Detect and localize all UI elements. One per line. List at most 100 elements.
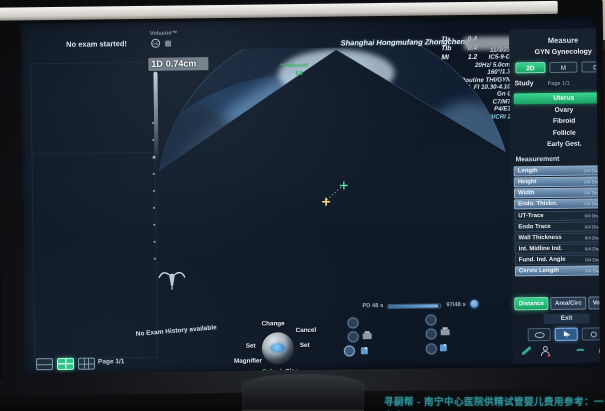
depth-marker [154,258,156,260]
trackball-icon [262,332,294,364]
trackball-hint: Change Cancel Set Set Magnifier Calc | C… [234,320,327,374]
caliper-start-icon [322,198,330,206]
row-meta: 0/4 Dista [585,233,600,242]
measure-row-cervix-length[interactable]: Cervix Length 0/4 Dista [515,265,600,276]
no-exam-status: No exam started! [66,39,127,49]
measure-panel: Measure GYN Gynecology 2D M D Study Page… [509,28,600,363]
row-meta: 0/4 Dista [584,199,600,208]
study-item-fibroid[interactable]: Fibroid [514,115,600,127]
caption-watermark: 寻嗣帮 - 南宁中心医院供精试管婴儿费用参考：一次大 [384,394,605,411]
row-label: Endo. Thickn. [518,200,557,209]
circle-tool-icon[interactable] [582,327,600,340]
trackball-left-label: Set [246,343,256,350]
row-meta: 0/4 Dista [584,211,600,220]
measurement-dotted-line [327,186,343,200]
patient-info-area [30,62,158,359]
depth-marker [152,139,154,141]
row-meta: 0/4 Dista [584,188,600,197]
layout-grid-icon[interactable] [78,358,95,370]
pkey-button[interactable] [425,314,436,325]
trackball-ball [271,343,285,352]
ge-logo-icon: GE [151,39,160,48]
row-label: Height [518,178,537,187]
phone-icon[interactable] [575,349,586,356]
body-marker-icon [157,267,187,291]
layout-single-icon[interactable] [36,358,53,370]
study-item-early-gest[interactable]: Early Gest. [514,138,600,150]
panel-title: Measure [509,35,600,45]
distance-button[interactable]: Distance [514,297,548,310]
measure-row-height[interactable]: Height 0/4 Dista [514,176,600,187]
measure-row-wall-thickness[interactable]: Wall Thickness 0/4 Dista [514,232,600,243]
monitor-stand [242,374,364,411]
study-page-indicator: Page 1/1 [548,81,570,87]
depth-marker [153,224,155,226]
trackball-magnifier-label: Magnifier [234,358,262,365]
measure-row-endo-thickn[interactable]: Endo. Thickn. 0/4 Dista [514,198,600,209]
ellipse-tool-icon[interactable] [528,328,551,341]
study-item-uterus[interactable]: Uterus [514,92,600,104]
measure-row-int-midline[interactable]: Int. Midline Ind.0/4 Dista [515,243,600,254]
tab-m[interactable]: M [549,62,577,73]
row-meta: 0/4 Dista [584,177,600,186]
trackball-right-label: Set [300,342,310,349]
probe-chip-icon [165,41,171,47]
ultrasound-image: Voluson E8 [156,45,511,313]
measure-row-ut-trace[interactable]: UT-Trace 0/4 Dista [514,210,600,221]
row-label: UT-Trace [518,212,543,221]
measurement-header: Measurement [516,156,560,164]
tab-2d[interactable]: 2D [515,62,545,73]
progress-value: 97/48 s [446,302,465,308]
gear-icon[interactable] [470,300,478,308]
depth-marker [153,190,155,192]
pkey-button[interactable] [347,317,358,328]
pointer-tool-icon[interactable] [555,328,578,341]
row-label: Fund. Ind. Angle [519,256,566,266]
row-label: Cervix Length [519,267,559,276]
page-indicator: Page 1/1 [98,358,124,365]
measure-row-width[interactable]: Width 0/4 Dista [514,187,600,198]
depth-marker [153,207,155,209]
progress-bar [387,303,441,309]
printer-icon [363,333,372,339]
pkey-button[interactable] [426,328,437,339]
pkey-button[interactable] [348,331,359,342]
study-label: Study [515,80,534,87]
depth-marker [154,241,156,243]
layout-quad-icon[interactable] [57,358,74,370]
depth-marker [153,173,155,175]
circle-glyph [591,331,597,337]
globe-icon[interactable] [599,346,600,355]
save-disk-icon [361,347,368,354]
exit-button[interactable]: Exit [543,314,589,325]
measure-row-fund-angle[interactable]: Fund. Ind. Angle 0/4 Dista [515,254,600,265]
volume-button[interactable]: Volume [588,296,600,309]
next-page-arrow[interactable]: › [597,77,601,88]
trackball-divider: | [280,368,282,373]
measure-row-endo-trace[interactable]: Endo Trace0/4 Dista [514,221,600,232]
row-label: Width [518,189,535,198]
row-meta: 0/4 Dista [585,266,600,275]
depth-marker [152,122,154,124]
ti-label: TIs [441,35,451,44]
photo-of-ultrasound-monitor: No exam started! Voluson™ GE 1D0.74cm Sh… [0,0,605,411]
row-meta: 0/4 Dista [585,255,600,264]
patient-add-icon[interactable]: + [540,346,552,358]
pkey-button[interactable] [426,343,437,354]
pencil-icon[interactable] [521,346,531,355]
pkey-button[interactable] [344,345,355,356]
area-circ-button[interactable]: Area/Circ [550,297,586,310]
row-label: Length [518,167,538,176]
row-label: Wall Thickness [518,234,561,244]
tab-d[interactable]: D [581,61,600,72]
svg-text:E8: E8 [295,71,303,77]
trackball-calc-label: Calc [262,368,275,373]
trackball-top-label: Change [262,320,285,327]
caliper-end-icon [340,181,348,189]
ellipse-glyph [535,332,545,338]
measure-row-length[interactable]: Length0/4 Dista [514,165,600,176]
svg-text:Voluson: Voluson [284,63,308,69]
row-meta: 0/4 Dista [585,244,600,253]
row-meta: 0/4 Dista [585,222,601,231]
pointer-glyph [564,331,571,339]
